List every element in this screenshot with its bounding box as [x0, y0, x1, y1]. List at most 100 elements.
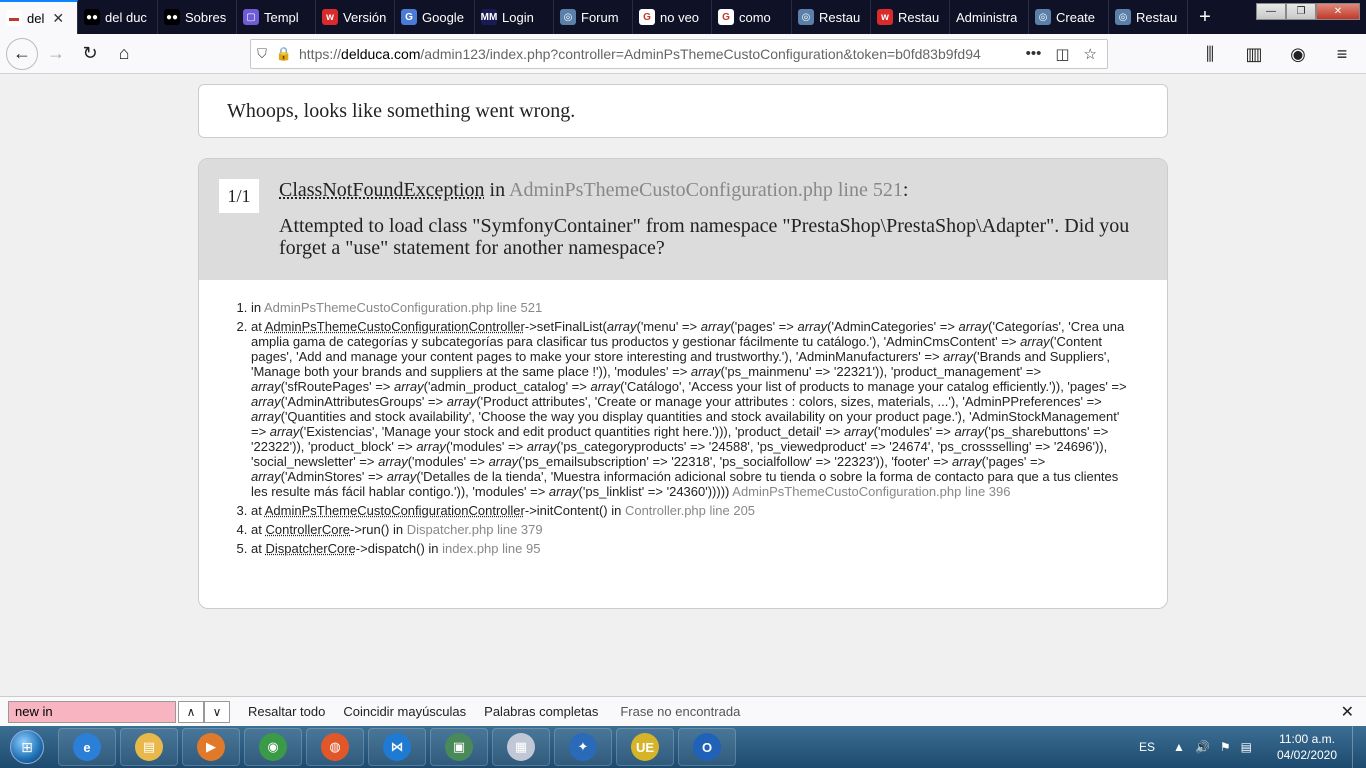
url-bar[interactable]: ⛉ 🔒 https://delduca.com/admin123/index.p…: [250, 39, 1108, 69]
tab-favicon-icon: G: [401, 9, 417, 25]
tab-2[interactable]: ●● Sobres: [158, 0, 237, 34]
bookmark-star-icon[interactable]: ☆: [1084, 45, 1097, 63]
trace-file: index.php line 95: [442, 541, 541, 556]
close-window-button[interactable]: ✕: [1316, 3, 1360, 20]
forward-button[interactable]: →: [40, 38, 72, 70]
network-icon[interactable]: ▤: [1241, 740, 1252, 754]
ultraedit-icon: UE: [631, 733, 659, 761]
taskbar: ⊞ e ▤ ▶ ◉ ◍ ⋈ ▣ ▦ ✦ UE O ES ▲ 🔊 ⚑ ▤ 11:00 a.m. 04/…: [0, 726, 1366, 768]
volume-icon[interactable]: 🔊: [1195, 740, 1210, 754]
taskbar-app-outlook[interactable]: O: [678, 728, 736, 766]
trace-call: ->dispatch() in: [355, 541, 443, 556]
back-button[interactable]: ←: [6, 37, 38, 70]
taskbar-app-ie[interactable]: e: [58, 728, 116, 766]
trace-at: at: [251, 522, 266, 537]
tab-1[interactable]: ●● del duc: [78, 0, 158, 34]
match-case-checkbox[interactable]: Coincidir mayúsculas: [343, 704, 466, 719]
windows-logo-icon: ⊞: [10, 730, 44, 764]
tab-favicon-icon: ◎: [798, 9, 814, 25]
tab-4[interactable]: w Versión: [316, 0, 395, 34]
tab-label: como: [739, 9, 771, 25]
taskbar-app-calculator[interactable]: ▦: [492, 728, 550, 766]
taskbar-app-chrome[interactable]: ◉: [244, 728, 302, 766]
taskbar-app-media[interactable]: ▶: [182, 728, 240, 766]
show-desktop-button[interactable]: [1352, 726, 1366, 768]
url-text[interactable]: https://delduca.com/admin123/index.php?c…: [299, 46, 1026, 62]
ie-icon: e: [73, 733, 101, 761]
sidebar-icon[interactable]: ▥: [1238, 38, 1270, 70]
exception-title: ClassNotFoundException in AdminPsThemeCu…: [279, 179, 908, 202]
trace-file: Controller.php line 205: [624, 503, 756, 518]
home-button[interactable]: ⌂: [108, 38, 140, 70]
exception-file: AdminPsThemeCustoConfiguration.php line …: [509, 179, 903, 201]
taskbar-app-explorer[interactable]: ▤: [120, 728, 178, 766]
media-icon: ▶: [197, 733, 225, 761]
maximize-button[interactable]: ❐: [1286, 3, 1316, 20]
pocket-icon[interactable]: ◫: [1055, 45, 1069, 63]
tab-favicon-icon: G: [639, 9, 655, 25]
tab-13[interactable]: ◎ Create: [1029, 0, 1109, 34]
taskbar-apps: e ▤ ▶ ◉ ◍ ⋈ ▣ ▦ ✦ UE O: [54, 728, 736, 766]
reload-button[interactable]: ↻: [74, 38, 106, 70]
chrome-icon: ◉: [259, 733, 287, 761]
tab-8[interactable]: Gno veo: [633, 0, 712, 34]
tab-label: del: [27, 10, 45, 26]
trace-file: Dispatcher.php line 379: [406, 522, 543, 537]
exception-class: ClassNotFoundException: [279, 179, 485, 201]
close-tab-icon[interactable]: ✕: [52, 10, 64, 27]
flag-icon[interactable]: ⚑: [1220, 740, 1231, 754]
shield-icon[interactable]: ⛉: [251, 46, 273, 62]
start-button[interactable]: ⊞: [0, 726, 54, 768]
taskbar-app-firefox[interactable]: ◍: [306, 728, 364, 766]
system-tray: ES ▲ 🔊 ⚑ ▤ 11:00 a.m. 04/02/2020: [1139, 726, 1366, 768]
taskbar-app-network[interactable]: ✦: [554, 728, 612, 766]
menu-icon[interactable]: ≡: [1326, 38, 1358, 70]
trace-at: at: [251, 541, 266, 556]
tab-9[interactable]: Gcomo: [712, 0, 792, 34]
exception-message: Attempted to load class "SymfonyContaine…: [279, 215, 1130, 259]
tab-7[interactable]: ◎ Forum: [554, 0, 633, 34]
tab-label: Login: [502, 9, 534, 25]
vscode-icon: ⋈: [383, 733, 411, 761]
tab-6[interactable]: MM Login: [475, 0, 554, 34]
tab-12[interactable]: Administra: [950, 0, 1029, 34]
trace-item: at AdminPsThemeCustoConfigurationControl…: [251, 503, 1137, 518]
find-next-button[interactable]: ∨: [204, 700, 230, 723]
highlight-all-checkbox[interactable]: Resaltar todo: [248, 704, 325, 719]
page-actions-icon[interactable]: •••: [1026, 45, 1042, 63]
language-indicator[interactable]: ES: [1139, 740, 1155, 754]
tray-expand-icon[interactable]: ▲: [1173, 740, 1185, 754]
new-tab-button[interactable]: +: [1188, 0, 1222, 34]
tab-label: Administra: [956, 9, 1018, 25]
tab-0[interactable]: ▬ del ✕: [0, 0, 78, 34]
exception-panel: 1/1 ClassNotFoundException in AdminPsThe…: [198, 158, 1168, 609]
trace-file: AdminPsThemeCustoConfiguration.php line …: [264, 300, 543, 315]
tab-favicon-icon: ▬: [6, 10, 22, 26]
url-domain: delduca.com: [341, 46, 421, 62]
tab-11[interactable]: w Restau: [871, 0, 950, 34]
taskbar-app-ultraedit[interactable]: UE: [616, 728, 674, 766]
clock[interactable]: 11:00 a.m. 04/02/2020: [1262, 731, 1352, 763]
trace-item: at ControllerCore->run() in Dispatcher.p…: [251, 522, 1137, 537]
trace-at: at: [251, 503, 265, 518]
find-previous-button[interactable]: ∧: [178, 700, 204, 723]
find-input[interactable]: [8, 700, 176, 723]
tab-14[interactable]: ◎ Restau: [1109, 0, 1188, 34]
trace-item: in AdminPsThemeCustoConfiguration.php li…: [251, 300, 1137, 315]
account-icon[interactable]: ◉: [1282, 38, 1314, 70]
taskbar-app-screen[interactable]: ▣: [430, 728, 488, 766]
tab-label: no veo: [660, 9, 700, 25]
minimize-button[interactable]: —: [1256, 3, 1286, 20]
tab-favicon-icon: ▢: [243, 9, 259, 25]
tab-label: Forum: [581, 9, 619, 25]
library-icon[interactable]: ⫼: [1194, 38, 1226, 70]
whole-words-checkbox[interactable]: Palabras completas: [484, 704, 598, 719]
lock-icon[interactable]: 🔒: [273, 46, 295, 62]
close-icon[interactable]: ✕: [1341, 702, 1354, 722]
tab-3[interactable]: ▢ Templ: [237, 0, 316, 34]
taskbar-app-vscode[interactable]: ⋈: [368, 728, 426, 766]
tab-5[interactable]: G Google: [395, 0, 475, 34]
trace-at: at: [251, 319, 265, 334]
tab-10[interactable]: ◎ Restau: [792, 0, 871, 34]
exception-colon: :: [902, 179, 909, 201]
